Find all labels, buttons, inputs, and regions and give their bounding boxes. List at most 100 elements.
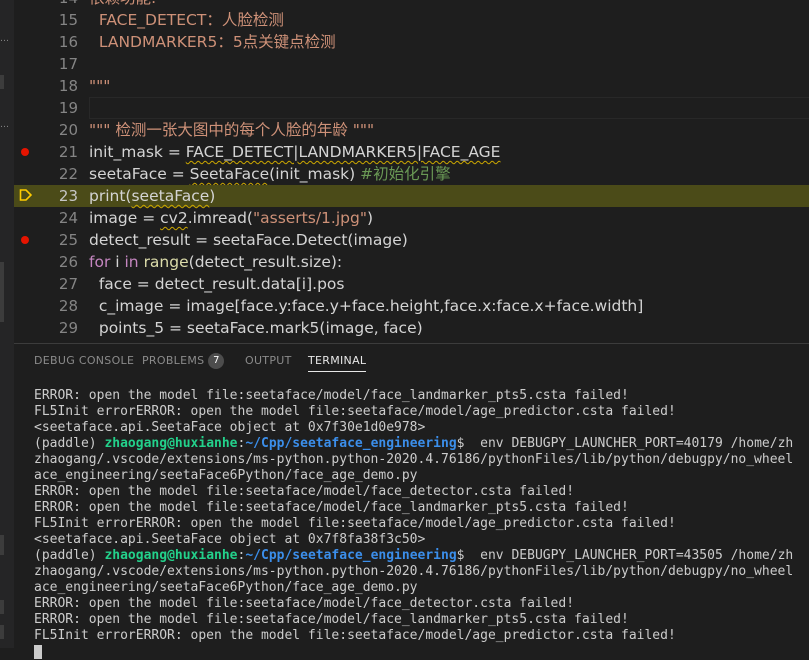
tab-label: OUTPUT: [245, 354, 292, 367]
code-text[interactable]: for i in range(detect_result.size):: [89, 251, 342, 273]
tab-terminal[interactable]: TERMINAL: [308, 344, 367, 378]
code-line[interactable]: 20 """ 检测一张大图中的每个人脸的年龄 """: [14, 119, 809, 141]
code-line[interactable]: 22 seetaFace = SeetaFace(init_mask) #初始化引…: [14, 163, 809, 185]
terminal-text: zhaogang/.vscode/extensions/ms-python.py…: [34, 564, 794, 579]
code-line[interactable]: 26 for i in range(detect_result.size):: [14, 251, 809, 273]
terminal-line: (paddle) zhaogang@huxianhe:~/Cpp/seetafa…: [34, 436, 809, 452]
terminal-line: ERROR: open the model file:seetaface/mod…: [34, 388, 809, 404]
code-line[interactable]: 18 """: [14, 75, 809, 97]
tab-output[interactable]: OUTPUT: [245, 344, 292, 378]
terminal-text: FL5Init errorERROR: open the model file:…: [34, 404, 676, 419]
line-number: 25: [58, 231, 78, 249]
code-line[interactable]: 21 init_mask = FACE_DETECT|LANDMARKER5|FA…: [14, 141, 809, 163]
code-text[interactable]: seetaFace = SeetaFace(init_mask) #初始化引擎: [89, 163, 451, 185]
terminal-line: (paddle) zhaogang@huxianhe:~/Cpp/seetafa…: [34, 548, 809, 564]
scroll-indicator[interactable]: [0, 262, 4, 322]
terminal-text: $ env DEBUGPY_LAUNCHER_PORT=43505 /home/…: [456, 548, 794, 563]
ellipsis-icon[interactable]: …: [0, 34, 14, 44]
code-text[interactable]: print(seetaFace): [89, 185, 215, 207]
code-token: FACE_DETECT：人脸检测: [89, 11, 284, 29]
cursor-line-border: [89, 97, 809, 119]
terminal-prompt-line[interactable]: [34, 644, 809, 660]
tab-label: PROBLEMS: [142, 354, 205, 367]
terminal-text: ERROR: open the model file:seetaface/mod…: [34, 612, 629, 627]
breakpoint-icon[interactable]: [21, 148, 29, 156]
breakpoint-icon[interactable]: [21, 236, 29, 244]
code-token: face = detect_result.data[i].pos: [89, 275, 345, 293]
tab-problems[interactable]: PROBLEMS 7: [142, 344, 225, 378]
terminal-line: FL5Init errorERROR: open the model file:…: [34, 404, 809, 420]
code-token: i: [110, 253, 125, 271]
terminal-line: ERROR: open the model file:seetaface/mod…: [34, 500, 809, 516]
terminal-text: <seetaface.api.SeetaFace object at 0x7f3…: [34, 420, 426, 435]
code-editor[interactable]: 14 依赖功能: 15 FACE_DETECT：人脸检测16 LANDMARKER5…: [14, 0, 809, 343]
code-token: =: [166, 165, 190, 183]
code-text[interactable]: init_mask = FACE_DETECT|LANDMARKER5|FACE…: [89, 141, 500, 163]
code-line[interactable]: 19: [14, 97, 809, 119]
line-number: 21: [58, 143, 78, 161]
terminal-output[interactable]: ERROR: open the model file:seetaface/mod…: [34, 388, 809, 660]
code-text[interactable]: c_image = image[face.y:face.y+face.heigh…: [89, 295, 643, 317]
code-text[interactable]: points_5 = seetaFace.mark5(image, face): [89, 317, 423, 339]
code-line[interactable]: 16 LANDMARKER5：5点关键点检测: [14, 31, 809, 53]
code-text[interactable]: FACE_DETECT：人脸检测: [89, 9, 284, 31]
code-line[interactable]: 24 image = cv2.imread("asserts/1.jpg"): [14, 207, 809, 229]
code-token: """: [89, 77, 111, 95]
tab-debug-console[interactable]: DEBUG CONSOLE: [34, 344, 134, 378]
code-line[interactable]: 28 c_image = image[face.y:face.y+face.he…: [14, 295, 809, 317]
code-text[interactable]: LANDMARKER5：5点关键点检测: [89, 31, 336, 53]
code-token: init_mask: [89, 143, 163, 161]
line-number: 18: [58, 77, 78, 95]
ellipsis-icon[interactable]: …: [0, 120, 14, 130]
scroll-indicator[interactable]: [0, 600, 4, 614]
scroll-indicator[interactable]: [0, 535, 4, 555]
line-number: 17: [58, 55, 78, 73]
scroll-indicator[interactable]: [0, 75, 4, 89]
code-line[interactable]: 25 detect_result = seetaFace.Detect(image…: [14, 229, 809, 251]
code-token: """ 检测一张大图中的每个人脸的年龄 """: [89, 121, 375, 139]
code-text[interactable]: face = detect_result.data[i].pos: [89, 273, 345, 295]
scroll-indicator[interactable]: [0, 625, 4, 639]
debug-current-line-icon[interactable]: [19, 188, 33, 202]
code-token: (detect_result.size):: [188, 253, 343, 271]
line-number: 24: [58, 209, 78, 227]
line-number: 28: [58, 297, 78, 315]
code-line[interactable]: 17: [14, 53, 809, 75]
line-number: 27: [58, 275, 78, 293]
code-line[interactable]: 27 face = detect_result.data[i].pos: [14, 273, 809, 295]
code-token: 依赖功能:: [89, 0, 156, 7]
tab-label: DEBUG CONSOLE: [34, 354, 135, 367]
line-number: 20: [58, 121, 78, 139]
code-text[interactable]: """: [89, 75, 110, 97]
code-token: FACE_DETECT|LANDMARKER5|FACE_AGE: [185, 143, 501, 161]
terminal-text: (paddle): [34, 436, 105, 451]
terminal-text: FL5Init errorERROR: open the model file:…: [34, 516, 676, 531]
code-token: for: [89, 253, 111, 271]
terminal-text: zhaogang/.vscode/extensions/ms-python.py…: [34, 452, 794, 467]
terminal-line: ace_engineering/seetaFace6Python/face_ag…: [34, 468, 809, 484]
line-number: 14: [34, 0, 78, 9]
terminal-text: ERROR: open the model file:seetaface/mod…: [34, 596, 575, 611]
code-line[interactable]: 14 依赖功能:: [14, 0, 809, 9]
code-text[interactable]: image = cv2.imread("asserts/1.jpg"): [89, 207, 373, 229]
code-line[interactable]: 29 points_5 = seetaFace.mark5(image, fac…: [14, 317, 809, 339]
terminal-text: ERROR: open the model file:seetaface/mod…: [34, 484, 575, 499]
terminal-line: ace_engineering/seetaFace6Python/face_ag…: [34, 580, 809, 596]
terminal-line: ERROR: open the model file:seetaface/mod…: [34, 484, 809, 500]
code-text[interactable]: """ 检测一张大图中的每个人脸的年龄 """: [89, 119, 374, 141]
code-line[interactable]: 23 print(seetaFace): [14, 185, 809, 207]
terminal-text: ERROR: open the model file:seetaface/mod…: [34, 388, 629, 403]
code-token: LANDMARKER5：5点关键点检测: [89, 33, 336, 51]
tab-label: TERMINAL: [308, 354, 367, 367]
code-line[interactable]: 15 FACE_DETECT：人脸检测: [14, 9, 809, 31]
terminal-line: ERROR: open the model file:seetaface/mod…: [34, 612, 809, 628]
code-token: seetaFace: [131, 187, 210, 205]
line-number: 23: [58, 187, 78, 205]
code-token: in: [124, 253, 139, 271]
terminal-line: <seetaface.api.SeetaFace object at 0x7f8…: [34, 532, 809, 548]
code-token: "asserts/1.jpg": [252, 209, 367, 227]
panel-tabs: DEBUG CONSOLE PROBLEMS 7 OUTPUT TERMINAL: [14, 344, 809, 378]
terminal-text: FL5Init errorERROR: open the model file:…: [34, 628, 676, 643]
code-text[interactable]: detect_result = seetaFace.Detect(image): [89, 229, 408, 251]
code-text[interactable]: 依赖功能:: [89, 0, 156, 9]
